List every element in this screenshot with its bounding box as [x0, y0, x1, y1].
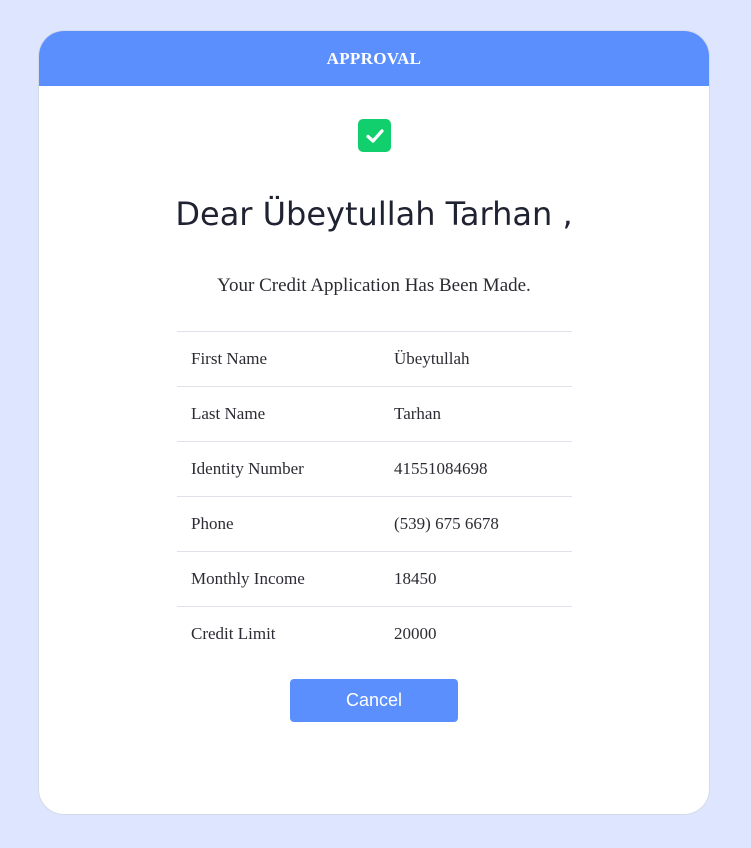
detail-value: 20000 — [380, 606, 572, 661]
table-row: Credit Limit 20000 — [177, 606, 572, 661]
detail-label: Last Name — [177, 386, 380, 442]
card-header: APPROVAL — [39, 31, 709, 86]
applicant-details-table: First Name Übeytullah Last Name Tarhan I… — [177, 331, 572, 661]
table-row: First Name Übeytullah — [177, 331, 572, 387]
check-square-icon — [358, 119, 391, 152]
detail-label: Phone — [177, 496, 380, 552]
checkmark-icon — [365, 128, 384, 143]
detail-label: Credit Limit — [177, 606, 380, 661]
greeting-prefix: Dear — [175, 195, 253, 233]
detail-label: First Name — [177, 331, 380, 387]
detail-value: Übeytullah — [380, 331, 572, 387]
header-title: APPROVAL — [326, 48, 422, 68]
detail-label: Monthly Income — [177, 551, 380, 607]
table-row: Monthly Income 18450 — [177, 551, 572, 607]
detail-label: Identity Number — [177, 441, 380, 497]
table-row: Identity Number 41551084698 — [177, 441, 572, 497]
detail-value: (539) 675 6678 — [380, 496, 572, 552]
detail-value: 18450 — [380, 551, 572, 607]
detail-value: 41551084698 — [380, 441, 572, 497]
greeting-first-name: Übeytullah — [262, 195, 436, 233]
table-row: Last Name Tarhan — [177, 386, 572, 442]
greeting-suffix: , — [562, 195, 573, 233]
greeting-last-name: Tarhan — [445, 195, 553, 233]
approval-card: APPROVAL Dear Übeytullah Tarhan , Your C… — [38, 30, 710, 815]
table-row: Phone (539) 675 6678 — [177, 496, 572, 552]
greeting-heading: Dear Übeytullah Tarhan , — [39, 195, 709, 233]
application-message: Your Credit Application Has Been Made. — [217, 275, 531, 296]
cancel-button[interactable]: Cancel — [290, 679, 458, 722]
detail-value: Tarhan — [380, 386, 572, 442]
